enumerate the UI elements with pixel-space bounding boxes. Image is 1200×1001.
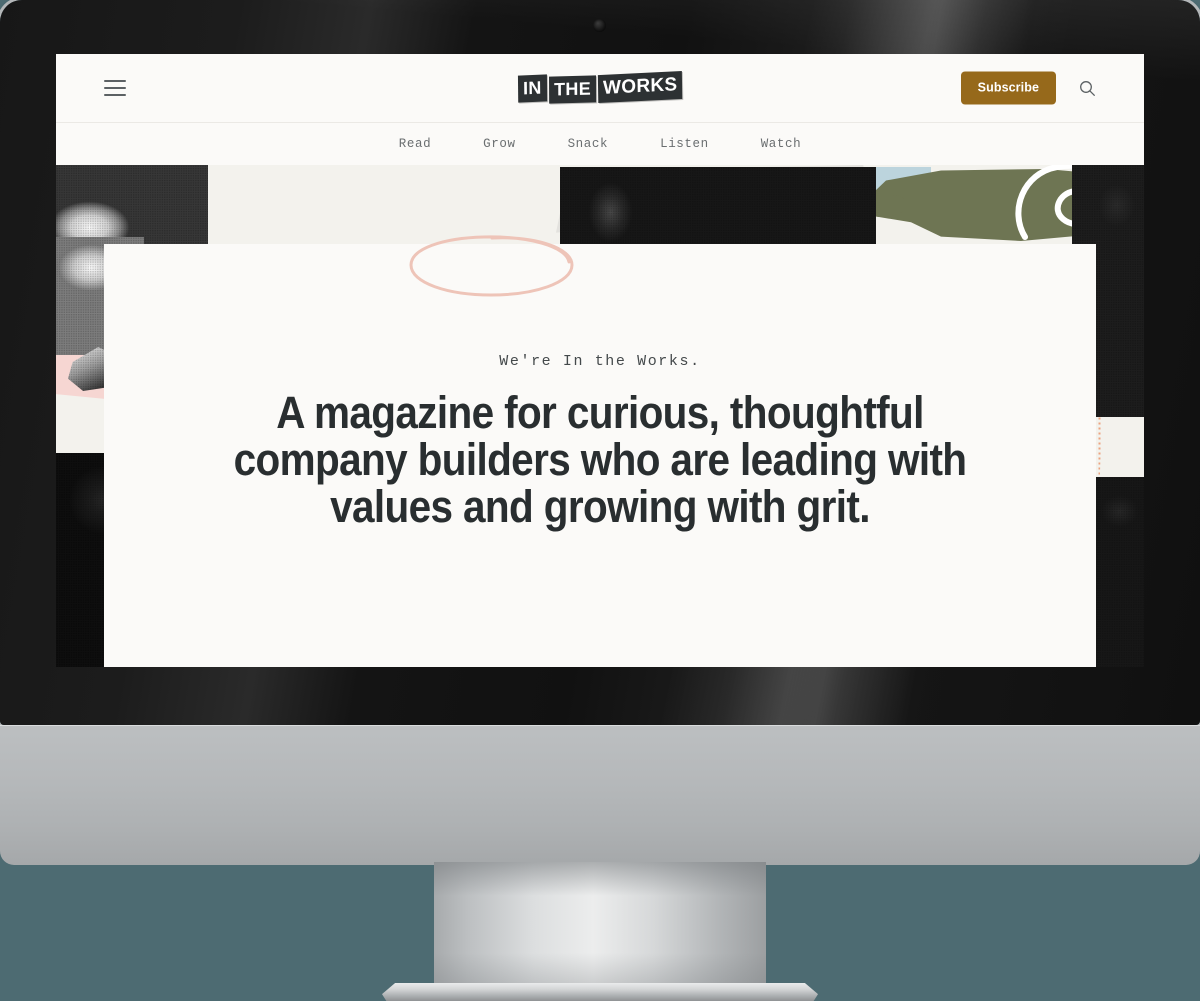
camera-dot-icon <box>593 19 606 32</box>
nav-item-watch[interactable]: Watch <box>755 133 808 155</box>
monitor-stand-neck <box>434 862 766 992</box>
nav-item-listen[interactable]: Listen <box>654 133 715 155</box>
hero-section: We're In the Works. A magazine for curio… <box>56 165 1144 667</box>
browser-viewport: IN THE WORKS Subscribe Read Grow Snack L… <box>56 54 1144 667</box>
site-logo[interactable]: IN THE WORKS <box>517 70 683 104</box>
logo-word-works: WORKS <box>597 70 683 104</box>
logo-word-in: IN <box>517 73 547 103</box>
hamburger-line <box>104 87 126 89</box>
monitor-stand-base <box>382 983 818 1001</box>
subscribe-button[interactable]: Subscribe <box>960 71 1056 105</box>
photo-three-people-masked <box>560 167 876 245</box>
monitor-bezel: IN THE WORKS Subscribe Read Grow Snack L… <box>0 0 1200 725</box>
nav-item-read[interactable]: Read <box>393 133 437 155</box>
nav-item-grow[interactable]: Grow <box>477 133 521 155</box>
monitor-chin <box>0 725 1200 865</box>
hamburger-line <box>104 94 126 96</box>
hero-headline: A magazine for curious, thoughtful compa… <box>233 387 967 532</box>
site-header: IN THE WORKS Subscribe <box>56 54 1144 123</box>
hero-card: We're In the Works. A magazine for curio… <box>104 235 1096 667</box>
hamburger-line <box>104 80 126 82</box>
primary-navigation: Read Grow Snack Listen Watch <box>56 123 1144 165</box>
nav-item-snack[interactable]: Snack <box>562 133 615 155</box>
hamburger-menu-icon[interactable] <box>104 80 126 96</box>
logo-word-the: THE <box>548 74 596 104</box>
hero-eyebrow: We're In the Works. <box>499 353 701 370</box>
photo-hands-cluster <box>56 165 208 245</box>
search-icon[interactable] <box>1074 75 1100 101</box>
